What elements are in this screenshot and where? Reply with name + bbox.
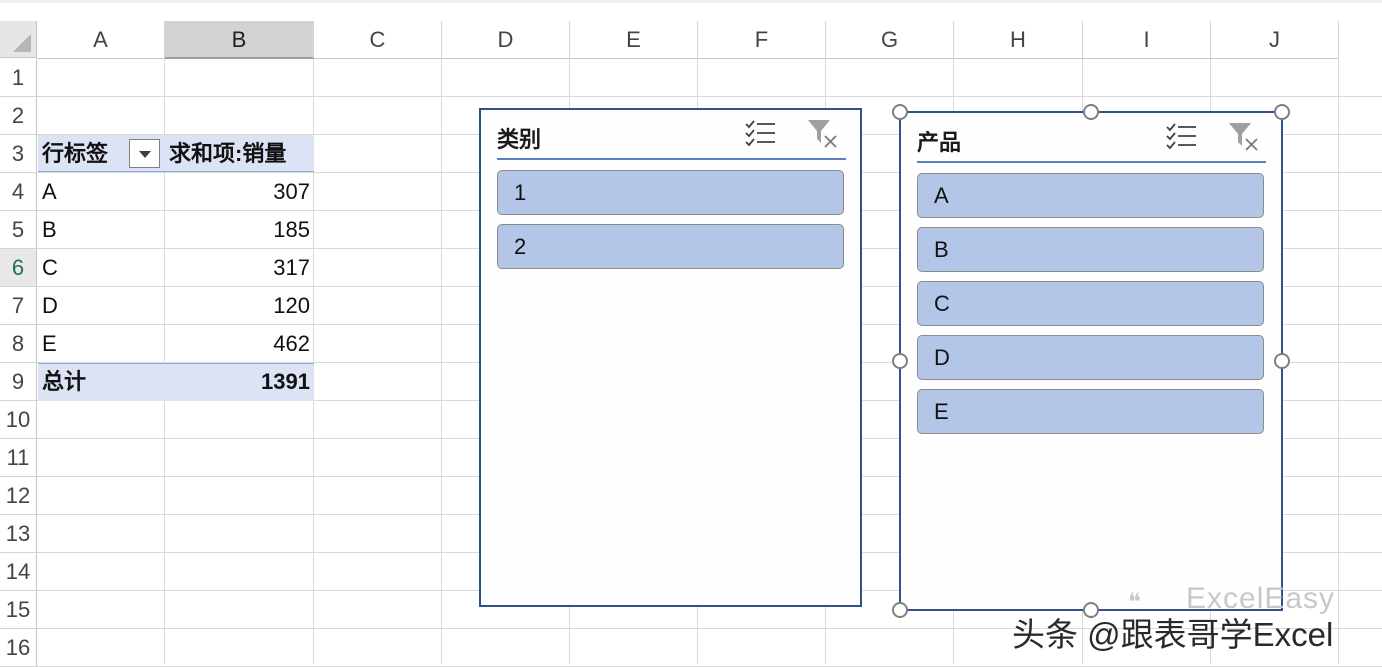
row-header-8[interactable]: 8: [0, 325, 37, 363]
resize-handle-top[interactable]: [1083, 104, 1099, 120]
pivot-row-label[interactable]: D: [42, 287, 58, 325]
dropdown-arrow-icon: [139, 151, 151, 158]
slicer-title: 类别: [497, 127, 542, 152]
pivot-row-value[interactable]: 120: [165, 287, 310, 325]
pivot-filter-dropdown-button[interactable]: [129, 139, 160, 168]
row-header-2[interactable]: 2: [0, 97, 37, 135]
slicer-item-a[interactable]: A: [917, 173, 1264, 218]
ribbon-edge: [0, 0, 1382, 3]
row-header-9[interactable]: 9: [0, 363, 37, 401]
resize-handle-left[interactable]: [892, 353, 908, 369]
column-header-c[interactable]: C: [314, 21, 442, 59]
row-header-1[interactable]: 1: [0, 59, 37, 97]
row-header-6[interactable]: 6: [0, 249, 37, 287]
resize-handle-right[interactable]: [1274, 353, 1290, 369]
multi-select-icon[interactable]: [1164, 119, 1198, 153]
pivot-row-label[interactable]: B: [42, 211, 57, 249]
column-header-j[interactable]: J: [1211, 21, 1339, 59]
row-header-16[interactable]: 16: [0, 629, 37, 667]
resize-handle-top-left[interactable]: [892, 104, 908, 120]
select-all-icon: [13, 34, 31, 52]
resize-handle-bottom-left[interactable]: [892, 602, 908, 618]
column-header-i[interactable]: I: [1083, 21, 1211, 59]
resize-handle-top-right[interactable]: [1274, 104, 1290, 120]
watermark-credit: 头条 @跟表哥学Excel: [1012, 616, 1334, 653]
pivot-row-value[interactable]: 317: [165, 249, 310, 287]
slicer-category[interactable]: 类别 1 2: [479, 108, 862, 607]
pivot-total-label: 总计: [42, 369, 87, 394]
column-header-f[interactable]: F: [698, 21, 826, 59]
clear-filter-icon[interactable]: [806, 116, 840, 150]
row-header-7[interactable]: 7: [0, 287, 37, 325]
slicer-item-c[interactable]: C: [917, 281, 1264, 326]
row-header-15[interactable]: 15: [0, 591, 37, 629]
slicer-item-b[interactable]: B: [917, 227, 1264, 272]
column-header-h[interactable]: H: [954, 21, 1083, 59]
pivot-row-value[interactable]: 185: [165, 211, 310, 249]
spreadsheet: ABCDEFGHIJ 1 2 3 4 5 6 7 8 9 10 11 12 13 14 15 16 行标签 求…: [0, 0, 1382, 667]
row-header-12[interactable]: 12: [0, 477, 37, 515]
clear-filter-icon[interactable]: [1227, 119, 1261, 153]
row-header-4[interactable]: 4: [0, 173, 37, 211]
slicer-separator: [917, 161, 1266, 163]
pivot-row-label[interactable]: A: [42, 173, 57, 211]
slicer-item-1[interactable]: 1: [497, 170, 844, 215]
column-header-g[interactable]: G: [826, 21, 954, 59]
row-header-3[interactable]: 3: [0, 135, 37, 173]
row-header-14[interactable]: 14: [0, 553, 37, 591]
column-header-b[interactable]: B: [165, 21, 314, 59]
column-header-e[interactable]: E: [570, 21, 698, 59]
slicer-separator: [497, 158, 846, 160]
column-header-d[interactable]: D: [442, 21, 570, 59]
select-all-button[interactable]: [0, 21, 37, 58]
row-header-13[interactable]: 13: [0, 515, 37, 553]
pivot-row-value[interactable]: 307: [165, 173, 310, 211]
pivot-row-value[interactable]: 462: [165, 325, 310, 363]
gridline-horizontal: [37, 96, 1382, 97]
slicer-title: 产品: [917, 130, 962, 155]
row-header-10[interactable]: 10: [0, 401, 37, 439]
slicer-item-e[interactable]: E: [917, 389, 1264, 434]
slicer-item-d[interactable]: D: [917, 335, 1264, 380]
pivot-total-value: 1391: [261, 369, 310, 394]
column-header-a[interactable]: A: [37, 21, 165, 59]
pivot-row-label-header: 行标签: [42, 141, 109, 166]
multi-select-icon[interactable]: [743, 116, 777, 150]
pivot-row-label[interactable]: C: [42, 249, 58, 287]
slicer-item-2[interactable]: 2: [497, 224, 844, 269]
row-header-11[interactable]: 11: [0, 439, 37, 477]
slicer-product[interactable]: 产品 A B C D E: [899, 111, 1283, 611]
pivot-row-label[interactable]: E: [42, 325, 57, 363]
pivot-value-header: 求和项:销量: [169, 141, 287, 166]
row-header-5[interactable]: 5: [0, 211, 37, 249]
